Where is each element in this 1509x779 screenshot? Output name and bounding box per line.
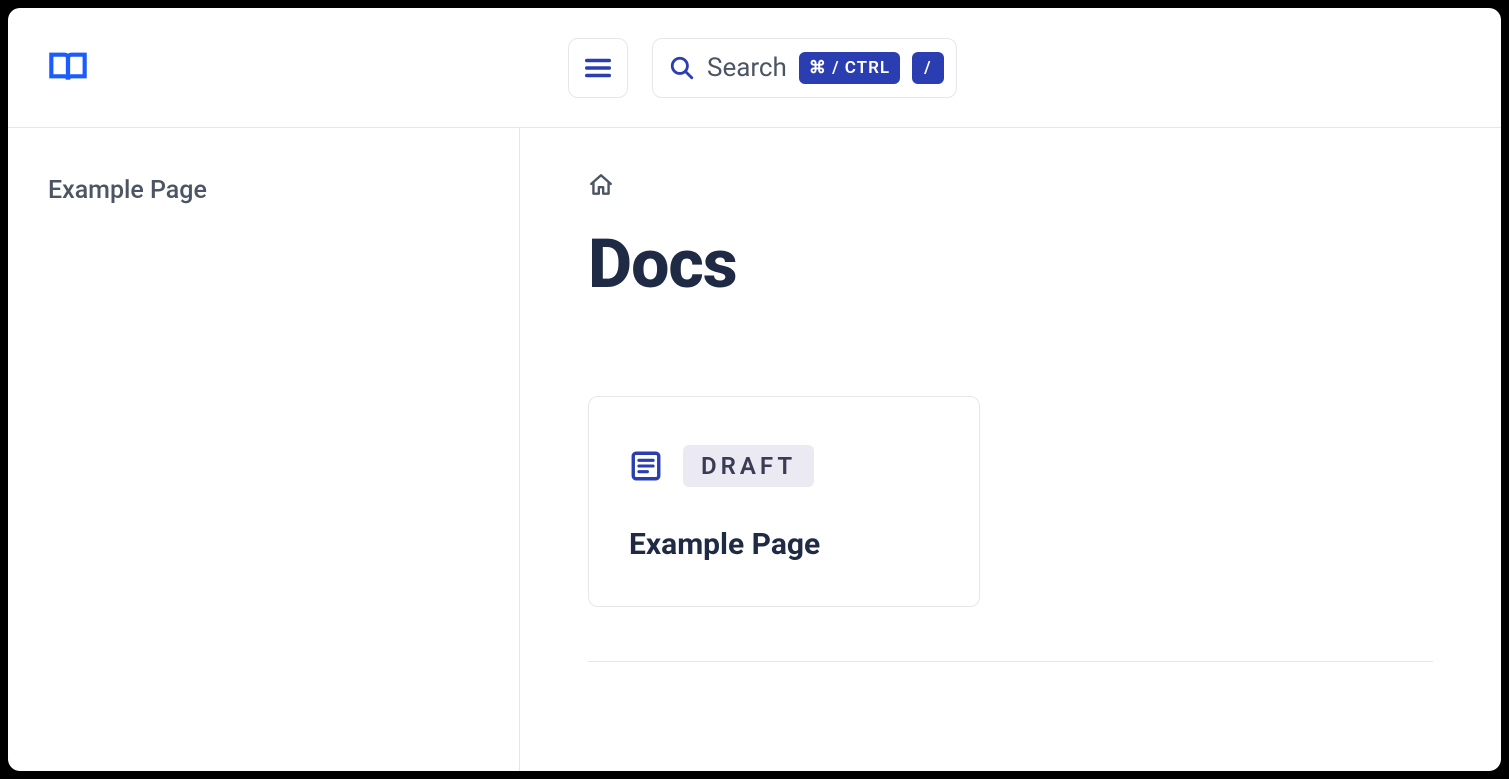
card-header: DRAFT xyxy=(629,445,939,487)
sidebar-item-example-page[interactable]: Example Page xyxy=(48,176,479,205)
sidebar: Example Page xyxy=(8,128,520,771)
kbd-hint-key: / xyxy=(912,52,943,84)
breadcrumb-home[interactable] xyxy=(588,183,614,202)
section-divider xyxy=(588,661,1433,662)
document-icon xyxy=(629,449,663,483)
page-title: Docs xyxy=(588,224,1433,304)
hamburger-icon xyxy=(583,53,613,83)
doc-card-example-page[interactable]: DRAFT Example Page xyxy=(588,396,980,607)
app-header: Search ⌘ / CTRL / xyxy=(8,8,1501,128)
logo[interactable] xyxy=(48,48,88,88)
search-icon xyxy=(669,55,695,81)
search-button[interactable]: Search ⌘ / CTRL / xyxy=(652,38,957,98)
search-placeholder: Search xyxy=(707,53,787,83)
menu-button[interactable] xyxy=(568,38,628,98)
kbd-hint-modifier: ⌘ / CTRL xyxy=(799,52,900,84)
home-icon xyxy=(588,172,614,198)
main-content: Docs DRAFT Example Page xyxy=(520,128,1501,771)
card-title: Example Page xyxy=(629,527,939,562)
sidebar-item-label: Example Page xyxy=(48,176,207,205)
book-open-icon xyxy=(48,48,88,88)
breadcrumb xyxy=(588,172,1433,202)
status-badge: DRAFT xyxy=(683,445,814,487)
